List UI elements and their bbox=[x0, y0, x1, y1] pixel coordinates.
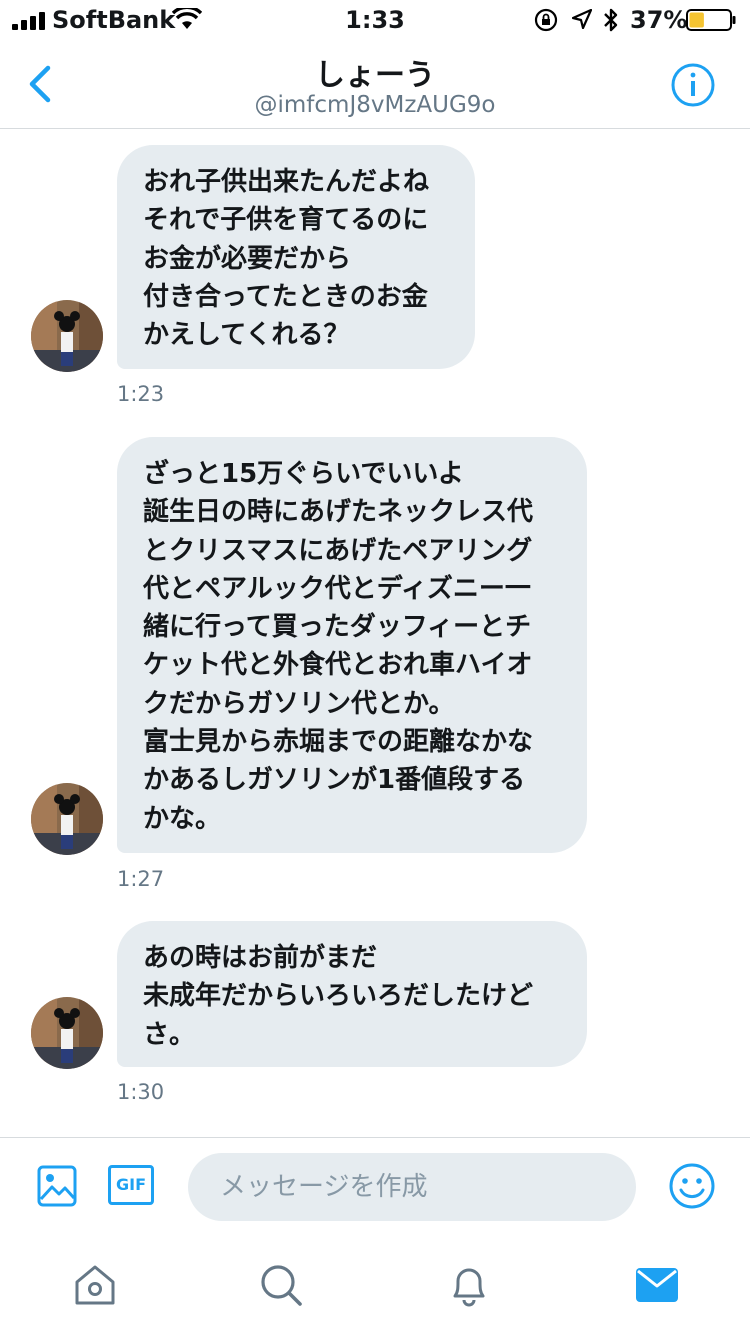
message-timestamp: 1:27 bbox=[117, 867, 165, 891]
message-input[interactable] bbox=[188, 1153, 636, 1221]
location-icon bbox=[572, 9, 592, 29]
tab-bar bbox=[0, 1240, 750, 1334]
conversation-header: しょーう @imfcmJ8vMzAUG9o bbox=[0, 40, 750, 129]
messages-icon[interactable] bbox=[634, 1262, 680, 1308]
avatar-image bbox=[31, 783, 103, 855]
status-bar: SoftBank 1:33 37% bbox=[0, 0, 750, 40]
notifications-icon[interactable] bbox=[446, 1262, 492, 1308]
search-icon[interactable] bbox=[258, 1262, 304, 1308]
message-bubble[interactable]: あの時はお前がまだ 未成年だからいろいろだしたけど さ。 bbox=[117, 921, 587, 1067]
conversation-title: しょーう bbox=[315, 58, 435, 93]
home-icon[interactable] bbox=[72, 1262, 118, 1308]
message-bubble[interactable]: ざっと15万ぐらいでいいよ 誕生日の時にあげたネックレス代 とクリスマスにあげた… bbox=[117, 437, 587, 853]
avatar[interactable] bbox=[31, 997, 103, 1069]
emoji-icon[interactable] bbox=[668, 1162, 716, 1210]
avatar[interactable] bbox=[31, 300, 103, 372]
message-timestamp: 1:30 bbox=[117, 1080, 165, 1104]
message-timestamp: 1:23 bbox=[117, 382, 165, 406]
avatar-image bbox=[31, 997, 103, 1069]
avatar-image bbox=[31, 300, 103, 372]
battery-icon bbox=[686, 9, 736, 31]
compose-bar: GIF bbox=[0, 1137, 750, 1240]
info-icon[interactable] bbox=[670, 62, 716, 108]
rotation-lock-icon bbox=[534, 8, 558, 32]
conversation-handle: @imfcmJ8vMzAUG9o bbox=[254, 92, 496, 118]
bluetooth-icon bbox=[604, 8, 618, 32]
image-icon[interactable] bbox=[37, 1165, 77, 1207]
gif-button[interactable]: GIF bbox=[108, 1165, 154, 1205]
battery-percent: 37% bbox=[630, 6, 688, 34]
avatar[interactable] bbox=[31, 783, 103, 855]
message-bubble[interactable]: おれ子供出来たんだよね それで子供を育てるのに お金が必要だから 付き合ってたと… bbox=[117, 145, 475, 369]
